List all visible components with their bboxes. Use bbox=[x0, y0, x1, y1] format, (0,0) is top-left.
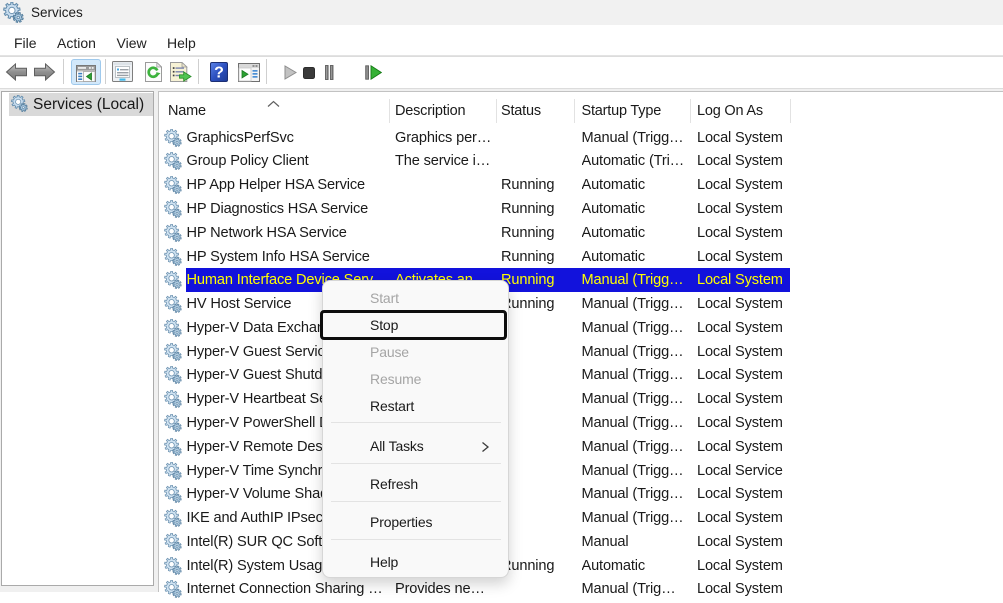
svg-text:?: ? bbox=[214, 65, 224, 82]
